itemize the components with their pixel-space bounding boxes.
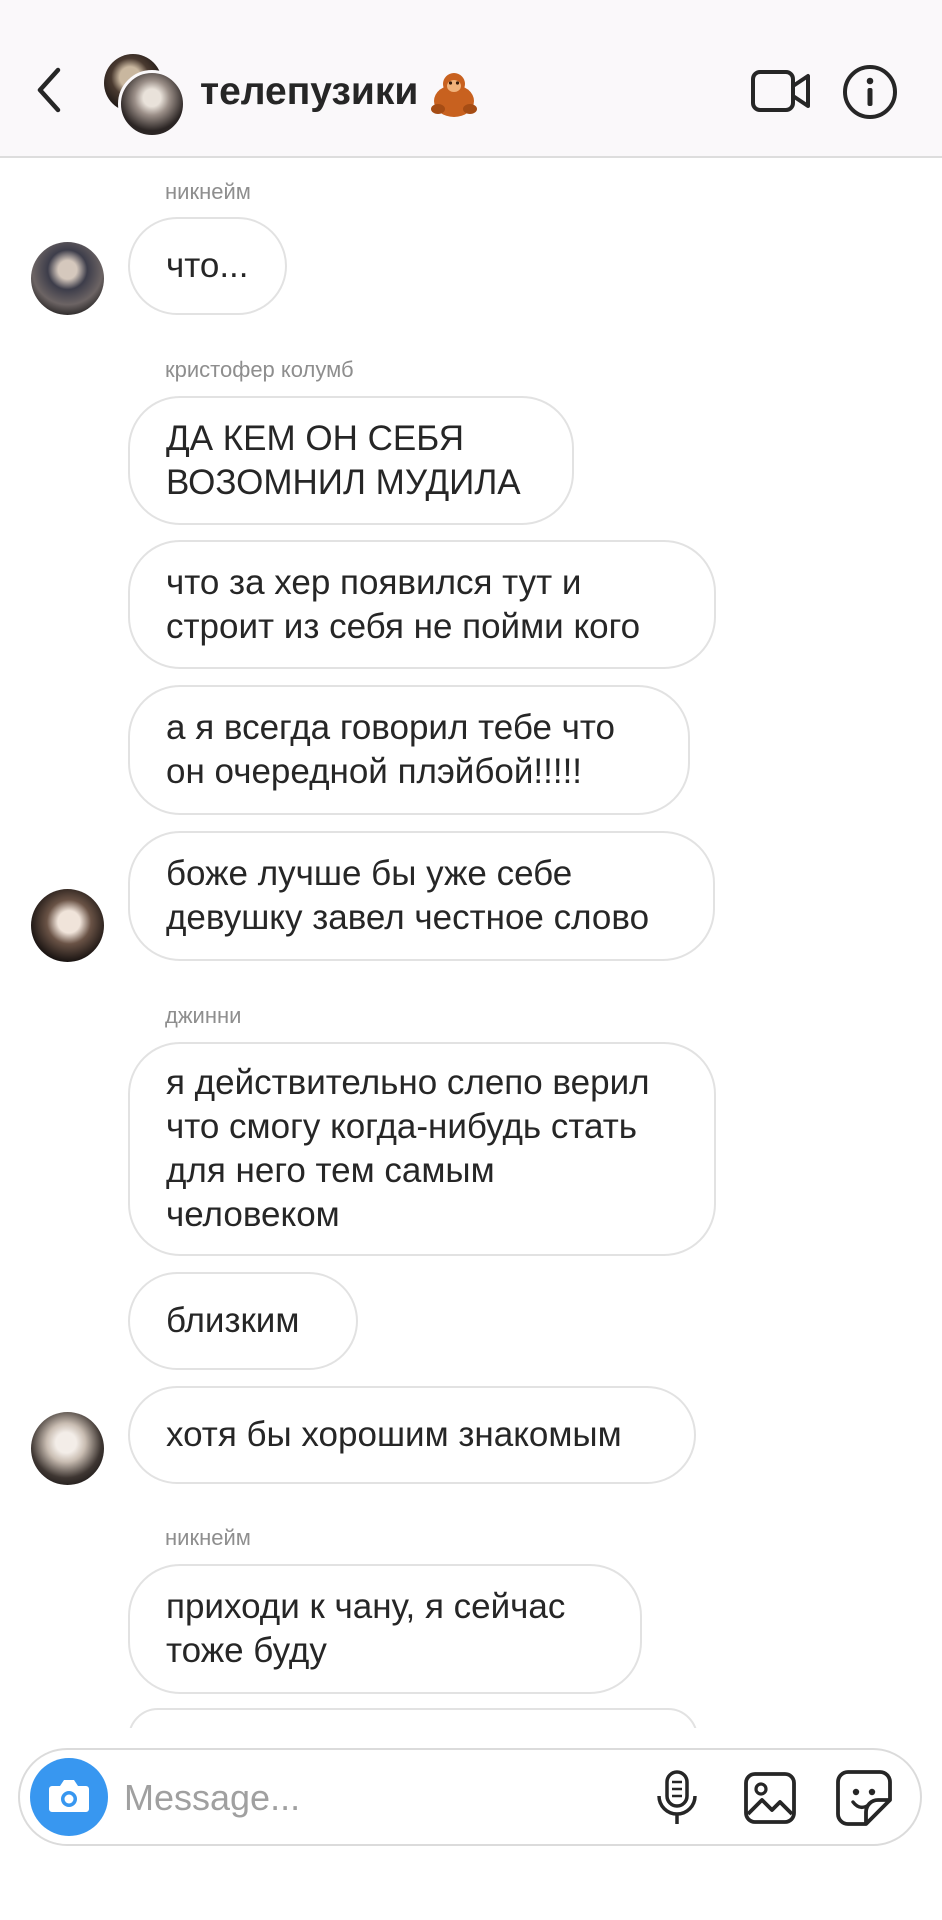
message-bubble[interactable]: близким	[128, 1272, 358, 1370]
sticker-button[interactable]	[834, 1768, 894, 1828]
message-line: что смогу когда-нибудь стать	[166, 1107, 637, 1146]
message-bubble[interactable]: я действительно слепо верил что смогу ко…	[128, 1042, 716, 1256]
sticker-icon	[836, 1770, 892, 1826]
message-line: тоже буду	[166, 1631, 327, 1670]
sender-avatar[interactable]	[31, 889, 104, 962]
message-line: для него тем самым	[166, 1151, 495, 1190]
chevron-left-icon	[37, 67, 61, 113]
message-composer	[18, 1748, 922, 1846]
message-line: ДА КЕМ ОН СЕБЯ	[166, 418, 465, 458]
message-line: близким	[166, 1301, 300, 1340]
message-bubble[interactable]: а я всегда говорил тебе что он очередной…	[128, 685, 690, 815]
message-line: он очередной плэйбой!!!!!	[166, 752, 583, 791]
group-avatar-front	[118, 70, 186, 138]
chat-title-text: телепузики	[200, 70, 419, 113]
sender-avatar[interactable]	[31, 1412, 104, 1485]
message-line: человеком	[166, 1195, 340, 1234]
message-line: я действительно слепо верил	[166, 1063, 650, 1102]
sender-name: никнейм	[165, 1525, 251, 1550]
back-button[interactable]	[28, 60, 72, 120]
chat-title[interactable]: телепузики	[200, 68, 480, 119]
message-line: девушку завел честное слово	[166, 898, 650, 937]
microphone-button[interactable]	[654, 1768, 700, 1828]
orangutan-emoji-icon	[431, 72, 478, 117]
video-call-button[interactable]	[750, 66, 812, 116]
sender-name: кристофер колумб	[165, 357, 354, 382]
message-line: строит из себя не пойми кого	[166, 606, 641, 646]
message-line: ВОЗОМНИЛ МУДИЛА	[166, 462, 521, 502]
chat-header: телепузики	[0, 0, 942, 158]
camera-button[interactable]	[30, 1758, 108, 1836]
gallery-button[interactable]	[742, 1770, 798, 1826]
camera-icon	[49, 1780, 89, 1812]
message-bubble[interactable]: приходи к чану, я сейчас тоже буду	[128, 1564, 642, 1694]
sender-avatar[interactable]	[31, 242, 104, 315]
group-avatar[interactable]	[104, 54, 186, 138]
info-icon	[843, 65, 897, 119]
image-gallery-icon	[744, 1772, 796, 1824]
info-button[interactable]	[842, 64, 898, 120]
message-line: что...	[166, 246, 249, 285]
message-line: что за хер появился тут и	[166, 562, 582, 602]
message-line: а я всегда говорил тебе что	[166, 708, 616, 747]
microphone-icon	[657, 1770, 697, 1824]
message-bubble[interactable]: что за хер появился тут и строит из себя…	[128, 540, 716, 669]
video-camera-icon	[751, 70, 810, 112]
message-bubble[interactable]: хотя бы хорошим знакомым	[128, 1386, 696, 1484]
message-line: хотя бы хорошим знакомым	[166, 1415, 622, 1454]
message-line: боже лучше бы уже себе	[166, 854, 573, 893]
message-bubble[interactable]: что...	[128, 217, 287, 315]
sender-name: джинни	[165, 1003, 242, 1028]
message-input[interactable]	[124, 1770, 544, 1826]
message-line: приходи к чану, я сейчас	[166, 1587, 566, 1626]
message-bubble[interactable]: боже лучше бы уже себе девушку завел чес…	[128, 831, 715, 961]
message-bubble[interactable]: ДА КЕМ ОН СЕБЯ ВОЗОМНИЛ МУДИЛА	[128, 396, 574, 525]
sender-name: никнейм	[165, 179, 251, 204]
